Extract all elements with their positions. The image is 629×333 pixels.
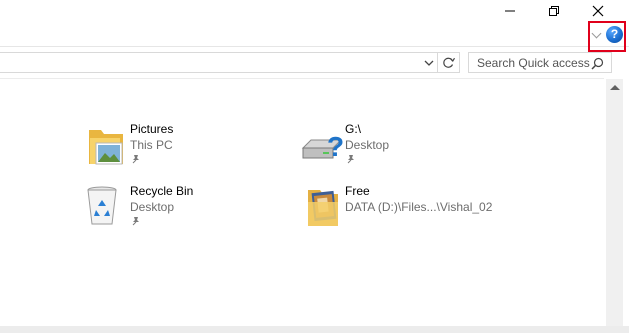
address-bar[interactable] — [0, 52, 438, 73]
pane-divider — [0, 78, 604, 79]
scroll-up-icon[interactable] — [610, 85, 620, 90]
item-name: G:\ — [345, 122, 362, 136]
status-bar — [0, 326, 629, 333]
minimize-button[interactable] — [488, 0, 532, 22]
close-button[interactable] — [576, 0, 620, 22]
chevron-down-icon[interactable] — [424, 59, 434, 67]
item-location: DATA (D:)\Files...\Vishal_02 — [345, 200, 493, 214]
pin-icon — [347, 155, 354, 164]
item-name: Free — [345, 184, 370, 198]
search-icon[interactable] — [591, 57, 604, 70]
refresh-icon — [443, 57, 455, 68]
help-icon: ? — [606, 26, 623, 43]
quick-access-item-free[interactable]: Free DATA (D:)\Files...\Vishal_02 — [307, 184, 527, 234]
pictures-folder-icon — [89, 130, 123, 165]
search-input[interactable]: Search Quick access — [468, 52, 612, 73]
pin-icon — [132, 217, 139, 226]
quick-access-item-pictures[interactable]: Pictures This PC — [86, 122, 256, 172]
item-location: Desktop — [345, 138, 390, 152]
search-placeholder: Search Quick access — [477, 56, 590, 70]
item-name: Recycle Bin — [130, 184, 194, 198]
help-button[interactable]: ? — [588, 21, 626, 52]
ribbon-bar — [0, 22, 629, 47]
quick-access-item-g-drive[interactable]: ? G:\ Desktop — [301, 122, 501, 172]
refresh-button[interactable] — [438, 52, 460, 73]
item-location: Desktop — [130, 200, 175, 214]
unknown-drive-icon: ? — [301, 131, 344, 162]
close-icon — [592, 5, 604, 17]
expand-ribbon-icon[interactable] — [591, 28, 602, 39]
restore-icon — [549, 6, 559, 16]
photo-folder-icon — [308, 190, 338, 226]
item-location: This PC — [130, 138, 173, 152]
quick-access-item-recycle-bin[interactable]: Recycle Bin Desktop — [86, 184, 256, 234]
minimize-icon — [505, 10, 515, 12]
restore-button[interactable] — [532, 0, 576, 22]
recycle-bin-icon — [87, 186, 117, 225]
pin-icon — [132, 155, 139, 164]
svg-text:?: ? — [327, 131, 344, 162]
item-name: Pictures — [130, 122, 174, 136]
vertical-scrollbar[interactable] — [606, 79, 623, 326]
